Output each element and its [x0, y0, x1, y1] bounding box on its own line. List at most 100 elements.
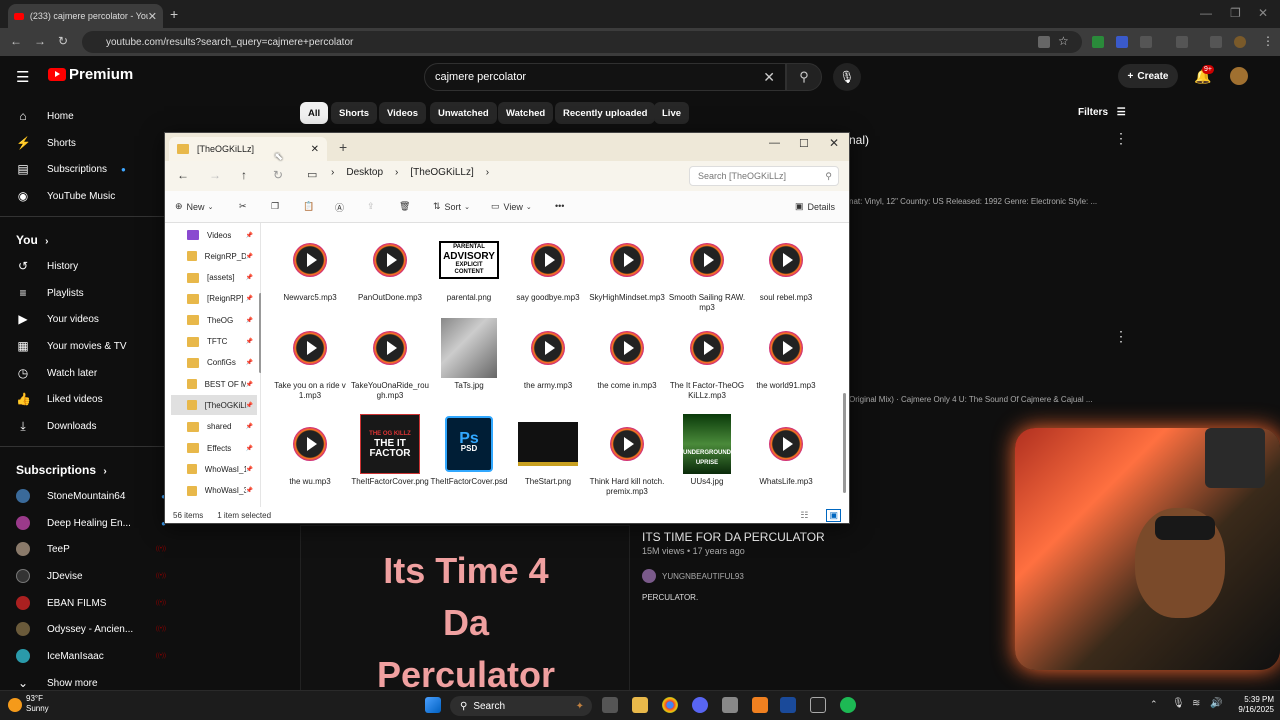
nav-pane-item[interactable]: BEST OF MRI📌 — [171, 374, 257, 394]
vlc-icon[interactable] — [752, 697, 768, 713]
chip-videos[interactable]: Videos — [379, 102, 426, 124]
file-item[interactable]: TaTs.jpg — [430, 317, 508, 391]
subscription-item[interactable]: EBAN FILMS ((•)) — [16, 594, 166, 612]
sidebar-item-movies[interactable]: ▦ Your movies & TV — [16, 337, 166, 355]
browser-menu-icon[interactable]: ⋮ — [1262, 34, 1274, 48]
details-button[interactable]: ▣ Details — [795, 201, 835, 212]
forward-icon[interactable]: → — [209, 168, 221, 182]
result-title-partial[interactable]: nal) — [849, 133, 869, 147]
hamburger-menu-icon[interactable]: ☰ — [16, 68, 29, 86]
youtube-premium-logo[interactable]: Premium — [48, 66, 133, 83]
more-actions-icon[interactable]: ⋮ — [1114, 328, 1128, 345]
terminal-icon[interactable] — [810, 697, 826, 713]
subscription-item[interactable]: IceManIsaac ((•)) — [16, 647, 166, 665]
close-window-icon[interactable]: ✕ — [1258, 6, 1268, 20]
nav-pane-item[interactable]: TFTC 📌 — [171, 332, 257, 352]
cut-icon[interactable]: ✂ — [239, 201, 247, 212]
nav-pane-item[interactable]: Videos 📌 — [171, 225, 257, 245]
minimize-window-icon[interactable]: — — [769, 137, 780, 149]
file-item[interactable]: TheStart.png — [509, 413, 587, 487]
breadcrumb[interactable]: › Desktop › [TheOGKiLLz] › — [331, 167, 489, 178]
sidebar-item-subscriptions[interactable]: ▤ Subscriptions ● — [16, 160, 166, 178]
address-bar[interactable]: youtube.com/results?search_query=cajmere… — [82, 31, 1082, 53]
sidebar-item-history[interactable]: ↺ History — [16, 257, 166, 275]
file-item[interactable]: the army.mp3 — [509, 317, 587, 391]
chip-shorts[interactable]: Shorts — [331, 102, 378, 124]
rename-icon[interactable]: Ⓐ — [335, 201, 344, 214]
close-window-icon[interactable]: ✕ — [829, 136, 839, 150]
file-item[interactable]: SkyHighMindset.mp3 — [588, 229, 666, 303]
profile-avatar-icon[interactable] — [1234, 36, 1246, 48]
refresh-icon[interactable]: ↻ — [273, 168, 283, 182]
nav-pane-item[interactable]: ConfiGs 📌 — [171, 353, 257, 373]
extension-sheets-icon[interactable] — [1092, 36, 1104, 48]
nav-pane-item[interactable]: [assets] 📌 — [171, 268, 257, 288]
app-icon[interactable] — [780, 697, 796, 713]
sidebar-item-liked-videos[interactable]: 👍 Liked videos — [16, 390, 166, 408]
subscription-item[interactable]: Odyssey - Ancien... ((•)) — [16, 620, 166, 638]
subscription-item[interactable]: JDevise ((•)) — [16, 567, 166, 585]
sidebar-item-shorts[interactable]: ⚡ Shorts — [16, 134, 166, 152]
explorer-search-input[interactable]: Search [TheOGKiLLz] ⚲ — [689, 166, 839, 186]
file-item[interactable]: TakeYouOnaRide_rough.mp3 — [351, 317, 429, 401]
chip-all[interactable]: All — [300, 102, 329, 124]
nav-pane-item[interactable]: [ReignRP] 📌 — [171, 289, 257, 309]
sidebar-item-downloads[interactable]: ⤓ Downloads — [16, 417, 166, 435]
chip-live[interactable]: Live — [654, 102, 690, 124]
nav-pane-item[interactable]: shared 📌 — [171, 417, 257, 437]
sidebar-item-youtube-music[interactable]: ◉ YouTube Music — [16, 187, 166, 205]
video-thumbnail[interactable]: Its Time 4 Da Perculator — [300, 525, 630, 695]
more-options-icon[interactable]: ••• — [555, 201, 564, 211]
bookmark-star-icon[interactable]: ☆ — [1058, 34, 1069, 48]
file-item[interactable]: The It Factor-TheOGKiLLz.mp3 — [668, 317, 746, 401]
file-item[interactable]: say goodbye.mp3 — [509, 229, 587, 303]
reading-list-icon[interactable] — [1210, 36, 1222, 48]
file-item[interactable]: Smooth Sailing RAW.mp3 — [668, 229, 746, 313]
new-tab-icon[interactable]: + — [170, 6, 178, 22]
extension-blue-icon[interactable] — [1116, 36, 1128, 48]
file-item[interactable]: soul rebel.mp3 — [747, 229, 825, 303]
subscription-item[interactable]: TeeP ((•)) — [16, 540, 166, 558]
minimize-window-icon[interactable]: — — [1200, 6, 1212, 20]
wifi-icon[interactable]: ≋ — [1192, 698, 1200, 709]
microphone-icon[interactable]: 🎙 — [1172, 698, 1185, 709]
large-icons-view-icon[interactable]: ▣ — [826, 508, 841, 522]
start-windows-icon[interactable] — [425, 697, 441, 713]
explorer-title-bar[interactable]: [TheOGKiLLz] ✕ + — ☐ ✕ — [165, 133, 849, 161]
copy-icon[interactable]: ❐ — [271, 201, 279, 212]
chip-unwatched[interactable]: Unwatched — [430, 102, 497, 124]
sort-button[interactable]: ⇅ Sort ⌄ — [433, 201, 470, 212]
chevron-up-icon[interactable]: ⌃ — [1150, 699, 1158, 710]
file-item[interactable]: Ps PSD TheItFactorCover.psd — [430, 413, 508, 487]
breadcrumb-folder[interactable]: [TheOGKiLLz] — [410, 167, 473, 178]
forward-icon[interactable]: → — [34, 34, 46, 48]
back-icon[interactable]: ← — [177, 168, 189, 182]
sidepanel-icon[interactable] — [1176, 36, 1188, 48]
paste-icon[interactable]: 📋 — [303, 201, 314, 212]
volume-icon[interactable]: 🔊 — [1210, 698, 1222, 709]
file-explorer-icon[interactable] — [632, 697, 648, 713]
chip-watched[interactable]: Watched — [498, 102, 554, 124]
search-input[interactable]: cajmere percolator ✕ — [424, 63, 786, 91]
user-avatar[interactable] — [1230, 67, 1248, 85]
view-button[interactable]: ▭ View ⌄ — [491, 201, 532, 212]
discord-icon[interactable] — [692, 697, 708, 713]
nav-pane-item[interactable]: WhoWasI_1 S📌 — [171, 459, 257, 479]
file-item[interactable]: WhatsLife.mp3 — [747, 413, 825, 487]
create-button[interactable]: + Create — [1118, 64, 1178, 88]
chrome-icon[interactable] — [662, 697, 678, 713]
delete-icon[interactable]: 🗑 — [399, 201, 410, 212]
sidebar-you-header[interactable]: You › — [16, 233, 48, 247]
filters-button[interactable]: Filters ☰ — [1078, 107, 1126, 118]
weather-widget[interactable]: 93°F Sunny — [8, 694, 49, 714]
nav-pane-item[interactable]: [TheOGKiLLz]📌 — [171, 395, 257, 416]
extensions-puzzle-icon[interactable] — [1140, 36, 1152, 48]
maximize-window-icon[interactable]: ☐ — [799, 137, 809, 150]
video-title[interactable]: ITS TIME FOR DA PERCULATOR — [642, 530, 825, 544]
file-item[interactable]: PARENTAL ADVISORY EXPLICIT CONTENT parental… — [430, 229, 508, 303]
nav-pane-item[interactable]: TheOG 📌 — [171, 310, 257, 330]
nav-pane-item[interactable]: ReignRP_Dev📌 — [171, 246, 257, 266]
file-item[interactable]: THE OG KILLZ THE IT FACTOR TheItFactorCover… — [351, 413, 429, 487]
nav-pane-item[interactable]: Effects 📌 — [171, 438, 257, 458]
reload-icon[interactable]: ↻ — [58, 34, 68, 48]
